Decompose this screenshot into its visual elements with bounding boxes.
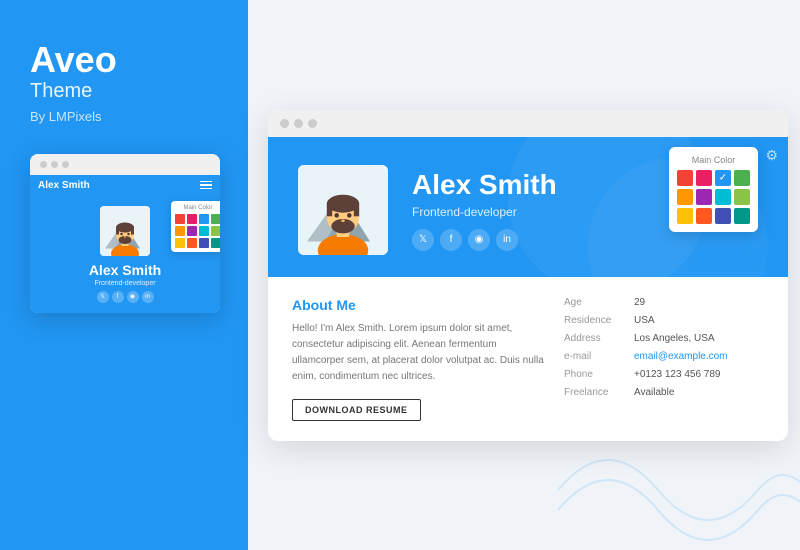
mini-role: Frontend-developer xyxy=(94,280,155,287)
mini-instagram-icon[interactable]: ◉ xyxy=(127,291,139,303)
big-color-swatch-3[interactable] xyxy=(734,170,750,186)
mini-avatar xyxy=(100,206,150,256)
mini-dot-2 xyxy=(51,161,58,168)
mini-color-swatch-4[interactable] xyxy=(175,226,185,236)
big-avatar xyxy=(298,165,388,255)
mini-nav-title: Alex Smith xyxy=(38,180,90,191)
mini-color-swatch-7[interactable] xyxy=(211,226,220,236)
mini-name: Alex Smith xyxy=(89,262,161,278)
info-label-1: Residence xyxy=(564,315,634,326)
info-label-4: Phone xyxy=(564,369,634,380)
mini-color-grid xyxy=(175,214,220,248)
info-value-3[interactable]: email@example.com xyxy=(634,351,728,362)
mini-socials: 𝕏 f ◉ in xyxy=(97,291,154,303)
mini-color-swatch-9[interactable] xyxy=(187,238,197,248)
info-label-0: Age xyxy=(564,297,634,308)
big-dot-1 xyxy=(280,119,289,128)
big-dot-3 xyxy=(308,119,317,128)
info-row-0: Age29 xyxy=(564,297,764,308)
big-hero: ⚙ Main Color xyxy=(268,137,788,277)
mini-browser: Alex Smith ⚙ Main Color xyxy=(30,154,220,313)
about-heading-highlight: Me xyxy=(336,297,355,313)
info-label-2: Address xyxy=(564,333,634,344)
about-left: About Me Hello! I'm Alex Smith. Lorem ip… xyxy=(292,297,544,421)
mini-browser-bar xyxy=(30,154,220,175)
mini-color-swatch-6[interactable] xyxy=(199,226,209,236)
mini-color-swatch-10[interactable] xyxy=(199,238,209,248)
about-heading: About Me xyxy=(292,297,544,313)
info-value-2: Los Angeles, USA xyxy=(634,333,715,344)
info-row-3: e-mailemail@example.com xyxy=(564,351,764,362)
info-value-4: +0123 123 456 789 xyxy=(634,369,720,380)
info-label-5: Freelance xyxy=(564,387,634,398)
big-color-swatch-7[interactable] xyxy=(734,189,750,205)
info-value-0: 29 xyxy=(634,297,645,308)
big-color-swatch-0[interactable] xyxy=(677,170,693,186)
big-color-grid xyxy=(677,170,750,224)
info-row-1: ResidenceUSA xyxy=(564,315,764,326)
about-right: Age29ResidenceUSAAddressLos Angeles, USA… xyxy=(564,297,764,421)
mini-dot-1 xyxy=(40,161,47,168)
info-label-3: e-mail xyxy=(564,351,634,362)
big-linkedin-icon[interactable]: in xyxy=(496,229,518,251)
mini-color-swatch-3[interactable] xyxy=(211,214,220,224)
brand-title: Aveo xyxy=(30,40,117,80)
right-panel: ⚙ Main Color xyxy=(248,0,800,550)
mini-color-panel: Main Color xyxy=(171,201,220,252)
mini-color-swatch-8[interactable] xyxy=(175,238,185,248)
mini-color-swatch-1[interactable] xyxy=(187,214,197,224)
mini-color-panel-title: Main Color xyxy=(175,205,220,211)
big-color-swatch-8[interactable] xyxy=(677,208,693,224)
mini-content: ⚙ Main Color xyxy=(30,196,220,313)
big-browser: ⚙ Main Color xyxy=(268,110,788,441)
big-color-swatch-11[interactable] xyxy=(734,208,750,224)
big-color-swatch-1[interactable] xyxy=(696,170,712,186)
download-resume-button[interactable]: DOWNLOAD RESUME xyxy=(292,399,421,421)
brand-by: By LMPixels xyxy=(30,109,102,124)
big-facebook-icon[interactable]: f xyxy=(440,229,462,251)
mini-color-swatch-0[interactable] xyxy=(175,214,185,224)
big-twitter-icon[interactable]: 𝕏 xyxy=(412,229,434,251)
decorative-wave xyxy=(558,430,800,550)
big-browser-bar xyxy=(268,110,788,137)
info-row-5: FreelanceAvailable xyxy=(564,387,764,398)
info-value-1: USA xyxy=(634,315,655,326)
big-dot-2 xyxy=(294,119,303,128)
mini-nav: Alex Smith xyxy=(30,175,220,196)
mini-dot-3 xyxy=(62,161,69,168)
big-color-swatch-4[interactable] xyxy=(677,189,693,205)
left-panel: Aveo Theme By LMPixels Alex Smith ⚙ Main… xyxy=(0,0,248,550)
mini-linkedin-icon[interactable]: in xyxy=(142,291,154,303)
big-socials: 𝕏 f ◉ in xyxy=(412,229,758,251)
big-instagram-icon[interactable]: ◉ xyxy=(468,229,490,251)
mini-hamburger-icon[interactable] xyxy=(200,181,212,190)
big-about-section: About Me Hello! I'm Alex Smith. Lorem ip… xyxy=(268,277,788,441)
mini-facebook-icon[interactable]: f xyxy=(112,291,124,303)
big-color-panel-title: Main Color xyxy=(677,155,750,165)
mini-color-swatch-5[interactable] xyxy=(187,226,197,236)
info-row-2: AddressLos Angeles, USA xyxy=(564,333,764,344)
big-color-swatch-2[interactable] xyxy=(715,170,731,186)
info-value-5: Available xyxy=(634,387,674,398)
about-heading-text: About xyxy=(292,297,336,313)
big-color-swatch-6[interactable] xyxy=(715,189,731,205)
big-color-swatch-9[interactable] xyxy=(696,208,712,224)
about-text: Hello! I'm Alex Smith. Lorem ipsum dolor… xyxy=(292,321,544,385)
big-gear-icon[interactable]: ⚙ xyxy=(765,147,778,164)
big-color-panel: Main Color xyxy=(669,147,758,232)
mini-color-swatch-2[interactable] xyxy=(199,214,209,224)
brand-subtitle: Theme xyxy=(30,80,92,103)
big-color-swatch-10[interactable] xyxy=(715,208,731,224)
info-row-4: Phone+0123 123 456 789 xyxy=(564,369,764,380)
big-color-swatch-5[interactable] xyxy=(696,189,712,205)
mini-twitter-icon[interactable]: 𝕏 xyxy=(97,291,109,303)
mini-color-swatch-11[interactable] xyxy=(211,238,220,248)
